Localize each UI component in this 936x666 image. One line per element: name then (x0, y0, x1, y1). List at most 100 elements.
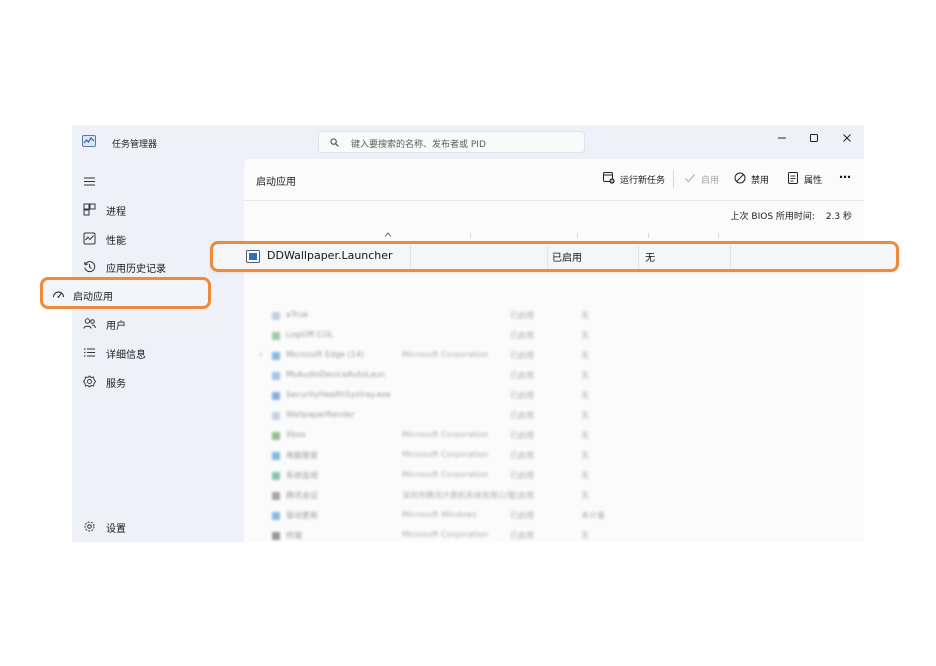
users-icon (83, 318, 96, 329)
app-status: 已启用 (510, 371, 534, 380)
search-box[interactable]: 键入要搜索的名称、发布者或 PID (318, 131, 585, 153)
page-title: 启动应用 (256, 177, 296, 188)
app-impact: 无 (581, 531, 589, 540)
more-options-icon: ⋯ (839, 170, 851, 184)
app-impact: 无 (581, 471, 589, 480)
app-icon (272, 532, 280, 540)
highlighted-startup-row[interactable]: DDWallpaper.Launcher 已启用 无 (210, 241, 899, 272)
app-status: 已启用 (510, 331, 534, 340)
toolbar-divider (673, 170, 674, 188)
services-icon (83, 375, 96, 388)
app-status: 已启用 (510, 471, 534, 480)
sidebar-item-label: 详细信息 (106, 350, 146, 361)
cell-divider (730, 245, 731, 269)
table-row[interactable]: Xbox Microsoft Corporation 已启用 无 (244, 427, 864, 447)
app-impact: 无 (581, 431, 589, 440)
app-name: MsAudioDeviceAutoLaun (286, 370, 386, 379)
app-publisher: Microsoft Windows (402, 510, 477, 519)
app-name: aTrue (286, 310, 308, 319)
table-row[interactable]: 终端 Microsoft Corporation 已启用 无 (244, 527, 864, 542)
settings-gear-icon (84, 521, 95, 532)
app-publisher: 深圳市腾讯计算机系统有限公司 (402, 491, 514, 500)
table-row[interactable]: MsAudioDeviceAutoLaun 已启用 无 (244, 367, 864, 387)
table-row[interactable]: SecurityHealthSystray.exe 已启用 无 (244, 387, 864, 407)
app-impact: 无 (581, 351, 589, 360)
sidebar-item-startup-apps[interactable]: 启动应用 (40, 277, 211, 309)
app-name: DDWallpaper.Launcher (267, 249, 393, 262)
table-row[interactable]: aTrue 已启用 无 (244, 307, 864, 327)
close-icon (843, 134, 851, 142)
sidebar-item-label: 启动应用 (73, 292, 113, 303)
search-icon (330, 138, 339, 147)
app-status: 已启用 (510, 511, 534, 520)
app-publisher: Microsoft Corporation (402, 470, 489, 479)
app-status: 已启用 (510, 531, 534, 540)
title-bar: 任务管理器 键入要搜索的名称、发布者或 PID (72, 125, 864, 159)
table-row[interactable]: 驱动更新 Microsoft Windows 已启用 未计量 (244, 507, 864, 527)
table-row[interactable]: 电脑管家 Microsoft Corporation 已启用 无 (244, 447, 864, 467)
close-button[interactable] (839, 130, 855, 146)
sidebar-item-label: 设置 (106, 524, 126, 535)
column-divider[interactable] (648, 233, 649, 238)
disable-button[interactable]: 禁用 (734, 169, 772, 187)
sort-ascending-icon[interactable] (384, 232, 392, 237)
properties-button[interactable]: 属性 (787, 169, 825, 187)
column-divider[interactable] (718, 233, 719, 238)
minimize-button[interactable] (774, 130, 790, 146)
app-name: 终端 (286, 531, 302, 540)
app-icon (272, 412, 280, 420)
more-options-button[interactable]: ⋯ (837, 169, 855, 187)
chevron-right-icon[interactable]: › (259, 350, 263, 360)
sidebar: 进程 性能 应用历史记录 用户 详细信息 服务 设置 (72, 159, 244, 542)
hamburger-menu-button[interactable] (72, 167, 112, 195)
app-icon (272, 432, 280, 440)
startup-speedometer-icon (53, 291, 64, 298)
sidebar-item-details[interactable]: 详细信息 (72, 338, 244, 366)
app-icon (272, 512, 280, 520)
startup-app-list: aTrue 已启用无 LogiOff.COL 已启用无 › Microsoft Edge … (244, 307, 864, 542)
processes-icon (83, 203, 96, 216)
disable-label: 禁用 (751, 176, 770, 186)
app-name: 驱动更新 (286, 511, 318, 520)
sidebar-item-users[interactable]: 用户 (72, 309, 244, 337)
table-row[interactable]: 腾讯会议 深圳市腾讯计算机系统有限公司 已启用 无 (244, 487, 864, 507)
run-new-task-icon (603, 172, 615, 184)
column-divider[interactable] (577, 233, 578, 238)
column-divider[interactable] (470, 233, 471, 238)
app-status: 已启用 (510, 491, 534, 500)
run-new-task-button[interactable]: 运行新任务 (603, 169, 667, 187)
app-icon (272, 492, 280, 500)
enable-button[interactable]: 启用 (684, 169, 720, 187)
bios-time: 上次 BIOS 所用时间: 2.3 秒 (731, 209, 852, 222)
sidebar-item-processes[interactable]: 进程 (72, 195, 244, 223)
sidebar-item-services[interactable]: 服务 (72, 367, 244, 395)
enable-label: 启用 (701, 176, 720, 186)
properties-label: 属性 (804, 176, 823, 186)
hamburger-icon (84, 177, 95, 186)
properties-icon (788, 172, 798, 184)
maximize-button[interactable] (806, 130, 822, 146)
app-name: 系统监视 (286, 471, 318, 480)
app-impact: 无 (581, 311, 589, 320)
table-row[interactable]: 系统监视 Microsoft Corporation 已启用 无 (244, 467, 864, 487)
app-status: 已启用 (510, 411, 534, 420)
cell-divider (410, 245, 411, 269)
maximize-icon (810, 134, 818, 142)
main-panel: 启动应用 运行新任务 启用 禁用 属性 ⋯ 上次 BIOS 所用时间: 2.3 … (244, 159, 864, 542)
sidebar-item-settings[interactable]: 设置 (72, 512, 244, 540)
table-row[interactable]: LogiOff.COL 已启用 无 (244, 327, 864, 347)
app-icon (272, 332, 280, 340)
app-publisher: Microsoft Corporation (402, 350, 489, 359)
disable-icon (734, 172, 746, 184)
app-status: 已启用 (510, 451, 534, 460)
task-manager-window: 任务管理器 键入要搜索的名称、发布者或 PID 进程 性能 应用历史记录 用户 … (72, 125, 864, 542)
app-publisher: Microsoft Corporation (402, 530, 489, 539)
app-name: WallpaperRender (286, 410, 355, 419)
app-name: LogiOff.COL (286, 330, 334, 339)
table-row[interactable]: › Microsoft Edge (14) Microsoft Corporatio… (244, 347, 864, 367)
table-row[interactable]: WallpaperRender 已启用 无 (244, 407, 864, 427)
app-publisher: Microsoft Corporation (402, 450, 489, 459)
app-status: 已启用 (552, 253, 582, 264)
app-impact: 无 (581, 331, 589, 340)
app-publisher: Microsoft Corporation (402, 430, 489, 439)
